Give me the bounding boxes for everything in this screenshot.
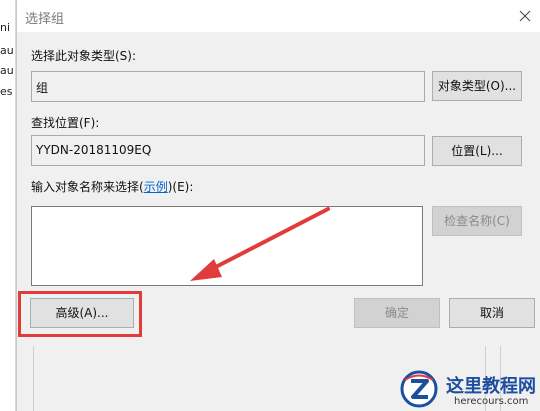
watermark-name: 这里教程网	[446, 376, 536, 397]
background-divider	[33, 346, 34, 411]
annotation-arrow	[190, 207, 330, 281]
watermark-logo	[400, 370, 438, 408]
watermark-url: herecours.com	[454, 396, 529, 407]
